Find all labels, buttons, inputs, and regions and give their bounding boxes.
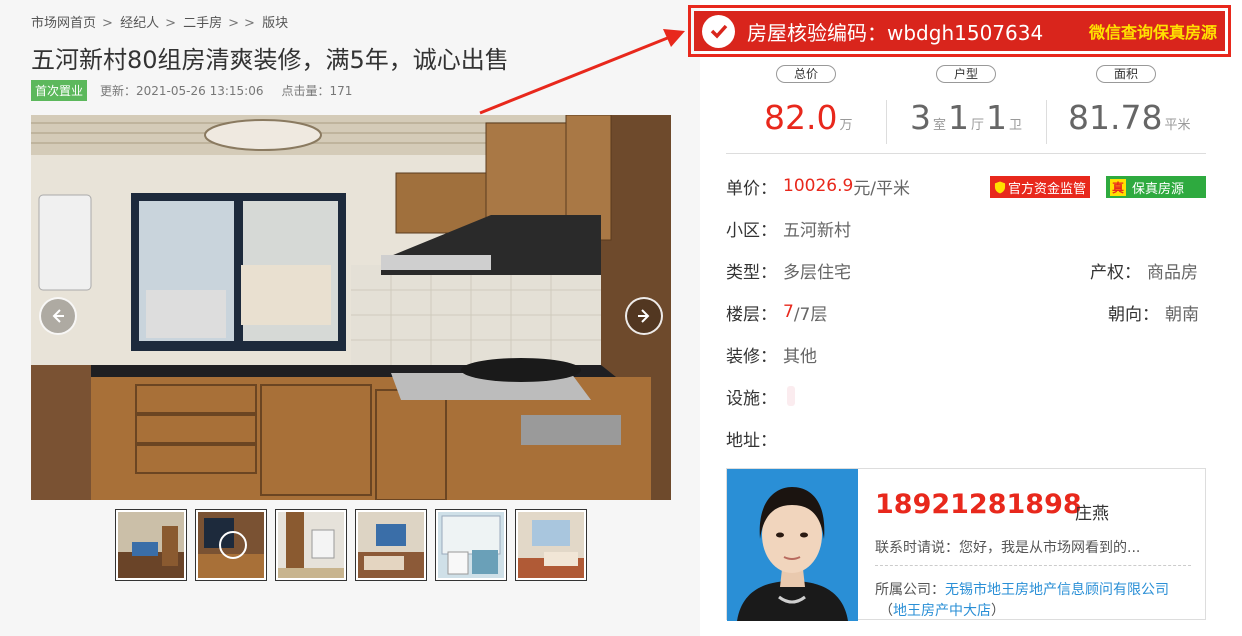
verified-listing-badge[interactable]: 真 保真房源 bbox=[1106, 176, 1206, 198]
orientation-row: 朝向： 朝南 bbox=[1108, 300, 1199, 325]
chevron-left-icon bbox=[52, 309, 64, 323]
baths-value: 1 bbox=[986, 98, 1008, 137]
branch-row: （地王房产中大店） bbox=[879, 603, 1005, 619]
company-link[interactable]: 无锡市地王房地产信息顾问有限公司 bbox=[945, 582, 1169, 598]
breadcrumb-secondhand[interactable]: 二手房 bbox=[183, 16, 222, 31]
floor-total: /7层 bbox=[793, 304, 828, 325]
floor-row: 楼层： 7/7层 bbox=[726, 300, 828, 325]
agent-phone[interactable]: 18921281898 bbox=[875, 489, 1082, 520]
area-label: 面积 bbox=[1096, 65, 1156, 83]
floor-current: 7 bbox=[783, 302, 794, 322]
area-value: 81.78 bbox=[1068, 98, 1163, 137]
type-row: 类型： 多层住宅 bbox=[726, 258, 851, 283]
wechat-verify-link[interactable]: 微信查询保真房源 bbox=[1089, 19, 1217, 43]
company-row: 所属公司：无锡市地王房地产信息顾问有限公司 bbox=[875, 582, 1169, 598]
unit-price-unit: 元/平米 bbox=[853, 178, 911, 199]
thumbnail-image bbox=[118, 512, 184, 578]
address-row: 地址： bbox=[726, 430, 777, 451]
decoration-row: 装修： 其他 bbox=[726, 342, 817, 367]
room-layout: 3 室 1 厅 1 卫 bbox=[910, 98, 1023, 137]
contact-tip: 联系时请说：您好，我是从市场网看到的... bbox=[875, 540, 1141, 556]
breadcrumb-home[interactable]: 市场网首页 bbox=[31, 16, 96, 31]
floor-area: 81.78 平米 bbox=[1068, 98, 1193, 146]
verify-code-inner: 房屋核验编码：wbdgh1507634 微信查询保真房源 bbox=[694, 11, 1225, 51]
view-count: 点击量：171 bbox=[281, 83, 353, 98]
breadcrumb-section[interactable]: 版块 bbox=[262, 16, 288, 31]
price-value: 82.0 bbox=[764, 98, 838, 137]
price-unit: 万 bbox=[839, 118, 853, 133]
area-unit: 平米 bbox=[1164, 118, 1191, 133]
red-pointer-arrow bbox=[479, 29, 685, 115]
halls-value: 1 bbox=[948, 98, 970, 137]
listing-title: 五河新村80组房清爽装修，满5年，诚心出售 bbox=[31, 46, 509, 74]
breadcrumb: 市场网首页 > 经纪人 > 二手房 > > 版块 bbox=[31, 16, 289, 31]
agent-avatar bbox=[727, 469, 858, 621]
thumbnail[interactable] bbox=[355, 509, 427, 581]
layout-label: 户型 bbox=[936, 65, 996, 83]
verify-code-banner: 房屋核验编码：wbdgh1507634 微信查询保真房源 bbox=[688, 5, 1231, 57]
thumbnail-strip bbox=[115, 509, 587, 581]
rights-row: 产权： 商品房 bbox=[1090, 258, 1198, 283]
thumbnail-image bbox=[358, 512, 424, 578]
spec-divider bbox=[726, 153, 1206, 154]
divider bbox=[875, 565, 1191, 566]
breadcrumb-agent[interactable]: 经纪人 bbox=[120, 16, 159, 31]
total-price: 82.0 万 bbox=[764, 98, 855, 146]
facility-placeholder bbox=[787, 386, 795, 406]
prev-photo-button[interactable] bbox=[39, 297, 77, 335]
thumbnail-image bbox=[278, 512, 344, 578]
kitchen-photo bbox=[31, 115, 671, 500]
next-photo-button[interactable] bbox=[625, 297, 663, 335]
agent-card: 18921281898 庄燕 联系时请说：您好，我是从市场网看到的... 所属公… bbox=[726, 468, 1206, 621]
unit-price-row: 单价： 10026.9 元/平米 bbox=[726, 174, 911, 199]
first-home-tag: 首次置业 bbox=[31, 79, 88, 101]
thumbnail-image bbox=[198, 512, 264, 578]
thumbnail[interactable] bbox=[195, 509, 267, 581]
branch-link[interactable]: 地王房产中大店 bbox=[893, 603, 991, 619]
check-icon bbox=[702, 14, 735, 48]
verify-code-label: 房屋核验编码：wbdgh1507634 bbox=[747, 20, 1044, 45]
unit-price-value: 10026.9 bbox=[783, 176, 854, 196]
thumbnail-image bbox=[518, 512, 584, 578]
thumbnail[interactable] bbox=[515, 509, 587, 581]
type-value: 多层住宅 bbox=[783, 262, 851, 283]
orientation-value: 朝南 bbox=[1165, 304, 1199, 325]
agent-name: 庄燕 bbox=[1075, 504, 1109, 524]
fund-supervision-badge[interactable]: 官方资金监管 bbox=[990, 176, 1090, 198]
community-row: 小区： 五河新村 bbox=[726, 216, 851, 241]
rights-value: 商品房 bbox=[1147, 262, 1198, 283]
decoration-value: 其他 bbox=[783, 346, 817, 367]
thumbnail-image bbox=[438, 512, 504, 578]
facility-row: 设施： bbox=[726, 384, 795, 409]
community-value[interactable]: 五河新村 bbox=[783, 216, 851, 241]
price-label: 总价 bbox=[776, 65, 836, 83]
update-time: 更新：2021-05-26 13:15:06 bbox=[100, 83, 264, 98]
rooms-value: 3 bbox=[910, 98, 931, 137]
divider bbox=[886, 100, 887, 144]
thumbnail[interactable] bbox=[435, 509, 507, 581]
thumbnail[interactable] bbox=[275, 509, 347, 581]
listing-meta: 首次置业 更新：2021-05-26 13:15:06 点击量：171 bbox=[31, 79, 353, 101]
photo-gallery[interactable] bbox=[31, 115, 671, 500]
verified-mark: 真 bbox=[1110, 178, 1127, 196]
divider bbox=[1046, 100, 1047, 144]
shield-icon bbox=[994, 181, 1006, 193]
thumbnail[interactable] bbox=[115, 509, 187, 581]
chevron-right-icon bbox=[638, 309, 650, 323]
